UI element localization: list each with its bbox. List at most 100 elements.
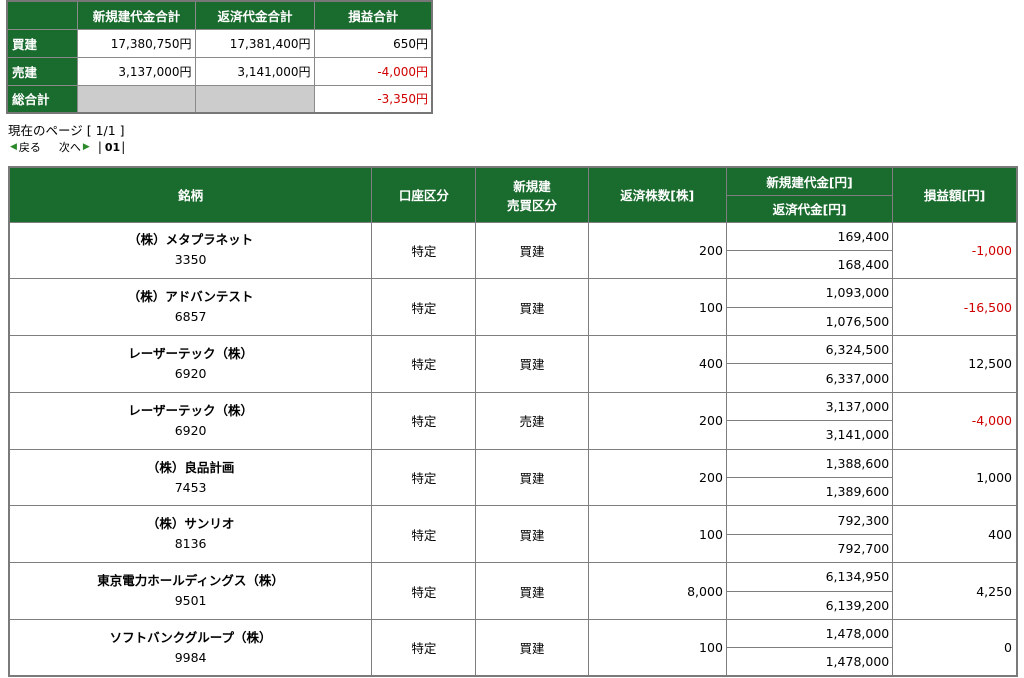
summary-header-row: 新規建代金合計 返済代金合計 損益合計 [6,0,433,30]
stock-code: 7453 [174,479,207,495]
account-type: 特定 [371,278,477,337]
stock-name: （株）サンリオ [146,516,235,532]
stock-code: 3350 [174,252,207,268]
summary-row-label: 総合計 [6,84,78,114]
positions-table: 銘柄 口座区分 新規建 売買区分 返済株数[株] 新規建代金[円] 損益額[円]… [8,166,1018,678]
table-row: 東京電力ホールディングス（株） 9501 特定 買建 8,000 6,134,950 4,2… [8,562,1018,620]
stock-name: レーザーテック（株） [128,402,253,418]
new-amount: 6,324,500 [725,335,894,365]
stock-name: （株）アドバンテスト [127,289,254,305]
page-link-01[interactable]: 01 [105,141,120,154]
account-type: 特定 [371,505,477,564]
account-type: 特定 [371,448,477,507]
summary-row-grand-total: 総合計 -3,350円 [6,84,433,114]
repay-amount: 168,400 [725,249,894,280]
header-shares: 返済株数[株] [587,166,727,223]
table-row: レーザーテック（株） 6920 特定 買建 400 6,324,500 12,500 [8,335,1018,393]
repay-amount: 6,337,000 [725,363,894,393]
trade-side: 買建 [475,562,589,620]
summary-row-buy: 買建 17,380,750円 17,381,400円 650円 [6,28,433,58]
profit-loss: 4,250 [892,562,1018,620]
next-page-link[interactable]: 次へ [59,139,81,155]
table-body: （株）メタプラネット 3350 特定 買建 200 169,400 -1,000 168,40… [8,221,1018,677]
shares: 200 [587,448,727,507]
profit-loss: -16,500 [892,278,1018,337]
stock-code: 9984 [174,649,207,665]
table-row: （株）アドバンテスト 6857 特定 買建 100 1,093,000 -16,500 [8,278,1018,337]
stock-name: （株）良品計画 [146,459,235,475]
summary-pl: -4,000円 [313,56,433,86]
shares: 100 [587,505,727,564]
repay-amount: 792,700 [725,533,894,564]
summary-header-pl-total: 損益合計 [313,0,433,30]
pagination: ◀ 戻る 次へ ▶ | 01 | [10,139,125,155]
pager-divider: | [97,140,102,154]
profit-loss: 0 [892,618,1018,677]
summary-corner [6,0,78,30]
repay-amount: 1,389,600 [725,477,894,507]
table-row: ソフトバンクグループ（株） 9984 特定 買建 100 1,478,000 0 [8,618,1018,677]
trade-side: 買建 [475,335,589,393]
profit-loss: 1,000 [892,448,1018,507]
new-amount: 792,300 [725,505,894,535]
triangle-left-icon: ◀ [10,142,17,152]
header-trade-type-line1: 新規建 [513,178,551,194]
repay-amount: 6,139,200 [725,590,894,620]
stock-code: 6857 [174,309,207,325]
summary-blank-cell [194,84,315,114]
prev-page-link[interactable]: 戻る [19,139,41,155]
new-amount: 1,478,000 [725,618,894,649]
account-type: 特定 [371,335,477,393]
repay-amount: 3,141,000 [725,420,894,450]
summary-header-repay-total: 返済代金合計 [194,0,315,30]
summary-new-total: 17,380,750円 [76,28,196,58]
summary-row-label: 売建 [6,56,78,86]
trade-side: 買建 [475,618,589,677]
summary-pl: 650円 [313,28,433,58]
stock-code: 9501 [174,593,207,609]
stock-cell: ソフトバンクグループ（株） 9984 [8,618,373,677]
stock-name: 東京電力ホールディングス（株） [97,573,284,589]
account-type: 特定 [371,391,477,450]
shares: 100 [587,278,727,337]
shares: 200 [587,221,727,280]
stock-cell: （株）良品計画 7453 [8,448,373,507]
repay-amount: 1,478,000 [725,647,894,677]
table-row: レーザーテック（株） 6920 特定 売建 200 3,137,000 -4,000 [8,391,1018,450]
new-amount: 3,137,000 [725,391,894,422]
shares: 200 [587,391,727,450]
stock-name: （株）メタプラネット [128,232,254,248]
shares: 8,000 [587,562,727,620]
trade-side: 売建 [475,391,589,450]
shares: 100 [587,618,727,677]
new-amount: 1,093,000 [725,278,894,308]
summary-blank-cell [76,84,196,114]
triangle-right-icon: ▶ [82,142,90,152]
trade-side: 買建 [475,278,589,337]
account-type: 特定 [371,221,477,280]
stock-name: ソフトバンクグループ（株） [109,629,272,645]
trade-side: 買建 [475,505,589,564]
profit-loss: -4,000 [892,391,1018,450]
header-account: 口座区分 [371,166,477,223]
new-amount: 169,400 [725,221,894,251]
account-type: 特定 [371,618,477,677]
stock-code: 6920 [174,422,207,438]
account-type: 特定 [371,562,477,620]
stock-cell: （株）メタプラネット 3350 [8,221,373,280]
table-row: （株）良品計画 7453 特定 買建 200 1,388,600 1,000 [8,448,1018,507]
table-row: （株）サンリオ 8136 特定 買建 100 792,300 400 [8,505,1018,564]
stock-name: レーザーテック（株） [128,345,253,361]
header-new-amount: 新規建代金[円] [725,166,894,196]
shares: 400 [587,335,727,393]
summary-repay-total: 3,141,000円 [194,56,315,86]
new-amount: 6,134,950 [725,562,894,592]
current-page-indicator: 現在のページ [ 1/1 ] [8,123,125,138]
summary-row-label: 買建 [6,28,78,58]
header-repay-amount: 返済代金[円] [725,194,894,223]
profit-loss: 400 [892,505,1018,564]
stock-cell: （株）アドバンテスト 6857 [8,278,373,337]
stock-cell: （株）サンリオ 8136 [8,505,373,564]
table-header-row: 銘柄 口座区分 新規建 売買区分 返済株数[株] 新規建代金[円] 損益額[円] [8,166,1018,223]
trade-side: 買建 [475,221,589,280]
